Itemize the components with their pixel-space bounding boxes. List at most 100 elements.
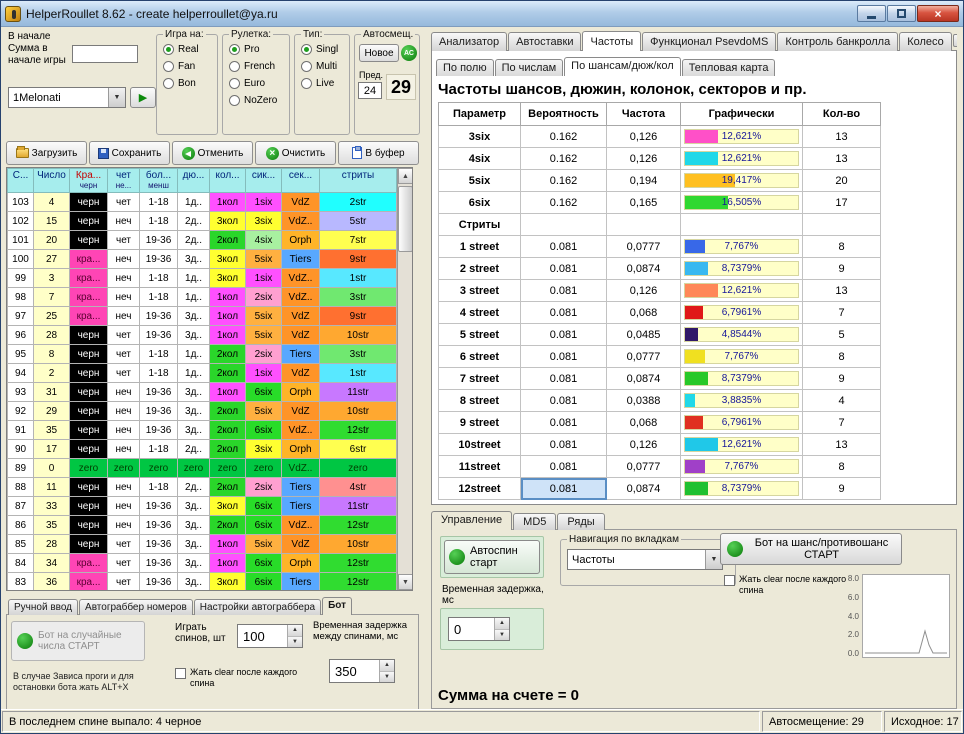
- clear-button[interactable]: Очистить: [255, 141, 336, 165]
- tab-Контроль банкролла[interactable]: Контроль банкролла: [777, 32, 898, 51]
- bot-hint-text: В случае Зависа проги и для остановки бо…: [13, 671, 165, 693]
- tab-scroll-buttons[interactable]: ◄►: [953, 34, 957, 47]
- stepper-down-icon[interactable]: ▼: [288, 637, 302, 648]
- column-header[interactable]: сик...: [246, 169, 282, 193]
- radio-icon: [163, 78, 174, 89]
- chance-bot-start-button[interactable]: Бот на шанс/противошанс СТАРТ: [720, 533, 902, 565]
- freq-column-header[interactable]: Параметр: [439, 103, 521, 126]
- freq-bar: 6,7961%: [684, 305, 799, 320]
- radio-Euro[interactable]: Euro: [229, 75, 285, 92]
- tab-navigation-group: Навигация по вкладкам Частоты ▼: [560, 534, 736, 586]
- stepper-down-icon[interactable]: ▼: [380, 672, 394, 683]
- table-row: 9725кра...неч19-363д..1кол5sixVdZ9str: [8, 307, 397, 326]
- radio-Bon[interactable]: Bon: [163, 75, 213, 92]
- radio-Real[interactable]: Real: [163, 41, 213, 58]
- scroll-thumb[interactable]: [398, 186, 413, 252]
- load-button[interactable]: Загрузить: [6, 141, 87, 165]
- stepper-up-icon[interactable]: ▲: [380, 660, 394, 672]
- start-sum-label: В начале Сумма в начале игры: [8, 31, 66, 67]
- minimize-button[interactable]: [857, 5, 886, 22]
- titlebar[interactable]: HelperRoullet 8.62 - create helperroulle…: [1, 1, 963, 27]
- freq-row: 9 street0.0810,0686,7961%7: [439, 412, 881, 434]
- tab-Частоты[interactable]: Частоты: [582, 31, 641, 51]
- tab-Настройки автограббера[interactable]: Настройки автограббера: [194, 599, 321, 615]
- left-panel: В начале Сумма в начале игры 1Melonati ▼…: [1, 27, 425, 709]
- column-header[interactable]: кол...: [210, 169, 246, 193]
- tab-Автоставки[interactable]: Автоставки: [508, 32, 581, 51]
- freq-row: 10street0.0810,12612,621%13: [439, 434, 881, 456]
- freq-bar: 12,621%: [684, 151, 799, 166]
- app-icon: [5, 6, 21, 22]
- tab-Тепловая карта[interactable]: Тепловая карта: [682, 59, 776, 76]
- column-header[interactable]: Кра...черн: [70, 169, 108, 193]
- freq-table: ПараметрВероятностьЧастотаГрафическиКол-…: [438, 102, 881, 500]
- freq-column-header[interactable]: Кол-во: [803, 103, 881, 126]
- tab-MD5[interactable]: MD5: [513, 513, 556, 530]
- maximize-button[interactable]: [887, 5, 916, 22]
- column-header[interactable]: стриты: [320, 169, 397, 193]
- tab-Анализатор[interactable]: Анализатор: [431, 32, 507, 51]
- freq-column-header[interactable]: Графически: [681, 103, 803, 126]
- spins-header-row: С... Число Кра...чернчетне...бол...меншд…: [8, 169, 397, 193]
- radio-Pro[interactable]: Pro: [229, 41, 285, 58]
- radio-Live[interactable]: Live: [301, 75, 345, 92]
- table-row: 987кра...неч1-181д..1кол2sixVdZ..3str: [8, 288, 397, 307]
- delay-stepper[interactable]: 0 ▲▼: [448, 617, 510, 641]
- radio-French[interactable]: French: [229, 58, 285, 75]
- app-window: HelperRoullet 8.62 - create helperroulle…: [0, 0, 964, 734]
- table-row: 9628чернчет19-363д..1кол5sixVdZ10str: [8, 326, 397, 345]
- radio-NoZero[interactable]: NoZero: [229, 92, 285, 109]
- save-button[interactable]: Сохранить: [89, 141, 170, 165]
- radio-Singl[interactable]: Singl: [301, 41, 345, 58]
- tab-Ряды[interactable]: Ряды: [557, 513, 604, 530]
- column-header[interactable]: бол...менш: [140, 169, 178, 193]
- radio-icon: [229, 78, 240, 89]
- table-row: 10027кра...неч19-363д..3кол5sixTiers9str: [8, 250, 397, 269]
- undo-button[interactable]: Отменить: [172, 141, 253, 165]
- column-header[interactable]: дю...: [178, 169, 210, 193]
- buffer-button[interactable]: В буфер: [338, 141, 419, 165]
- tab-Автограббер номеров[interactable]: Автограббер номеров: [79, 599, 193, 615]
- radio-Multi[interactable]: Multi: [301, 58, 345, 75]
- play-button[interactable]: ▶: [130, 87, 156, 108]
- scroll-up-icon[interactable]: ▲: [398, 168, 413, 184]
- autospin-start-button[interactable]: Автоспин старт: [444, 540, 540, 574]
- clear-after-spin-checkbox[interactable]: Жать clear после каждого спина: [724, 574, 848, 596]
- clear-after-spin-checkbox[interactable]: Жать clear после каждого спина: [175, 667, 303, 689]
- tab-По полю[interactable]: По полю: [436, 59, 494, 76]
- column-header[interactable]: С...: [8, 169, 34, 193]
- column-header[interactable]: Число: [34, 169, 70, 193]
- start-sum-input[interactable]: [72, 45, 138, 63]
- tab-navigation-combo[interactable]: Частоты ▼: [567, 549, 723, 570]
- close-button[interactable]: ×: [917, 5, 959, 22]
- tab-Колесо[interactable]: Колесо: [899, 32, 952, 51]
- tab-По числам[interactable]: По числам: [495, 59, 564, 76]
- freq-column-header[interactable]: Частота: [607, 103, 681, 126]
- scroll-down-icon[interactable]: ▼: [398, 574, 413, 590]
- random-numbers-bot-button[interactable]: Бот на случайные числа СТАРТ: [11, 621, 145, 661]
- radio-Fan[interactable]: Fan: [163, 58, 213, 75]
- new-shift-button[interactable]: Новое: [359, 44, 399, 62]
- checkbox-icon: [175, 668, 186, 679]
- stepper-up-icon[interactable]: ▲: [495, 618, 509, 630]
- freq-row: 6six0.1620,16516,505%17: [439, 192, 881, 214]
- spins-count-stepper[interactable]: 100 ▲▼: [237, 624, 303, 648]
- tab-Управление[interactable]: Управление: [431, 511, 512, 530]
- tab-Ручной ввод[interactable]: Ручной ввод: [8, 599, 78, 615]
- stepper-up-icon[interactable]: ▲: [288, 625, 302, 637]
- column-header[interactable]: четне...: [108, 169, 140, 193]
- table-row: 9331черннеч19-363д..1кол6sixOrph11str: [8, 383, 397, 402]
- column-header[interactable]: сек...: [282, 169, 320, 193]
- chevron-down-icon[interactable]: ▼: [108, 88, 125, 107]
- window-buttons: ×: [857, 5, 959, 22]
- tab-По шансам/дюж/кол[interactable]: По шансам/дюж/кол: [564, 57, 681, 76]
- prev-shift-value[interactable]: 24: [358, 82, 382, 99]
- table-scrollbar[interactable]: ▲ ▼: [397, 168, 413, 590]
- preset-combo[interactable]: 1Melonati ▼: [8, 87, 126, 108]
- tab-Бот[interactable]: Бот: [322, 597, 352, 615]
- tab-Функционал PsevdoMS[interactable]: Функционал PsevdoMS: [642, 32, 776, 51]
- stepper-down-icon[interactable]: ▼: [495, 630, 509, 641]
- spin-delay-stepper[interactable]: 350 ▲▼: [329, 659, 395, 683]
- top-controls: В начале Сумма в начале игры 1Melonati ▼…: [6, 29, 425, 139]
- freq-column-header[interactable]: Вероятность: [521, 103, 607, 126]
